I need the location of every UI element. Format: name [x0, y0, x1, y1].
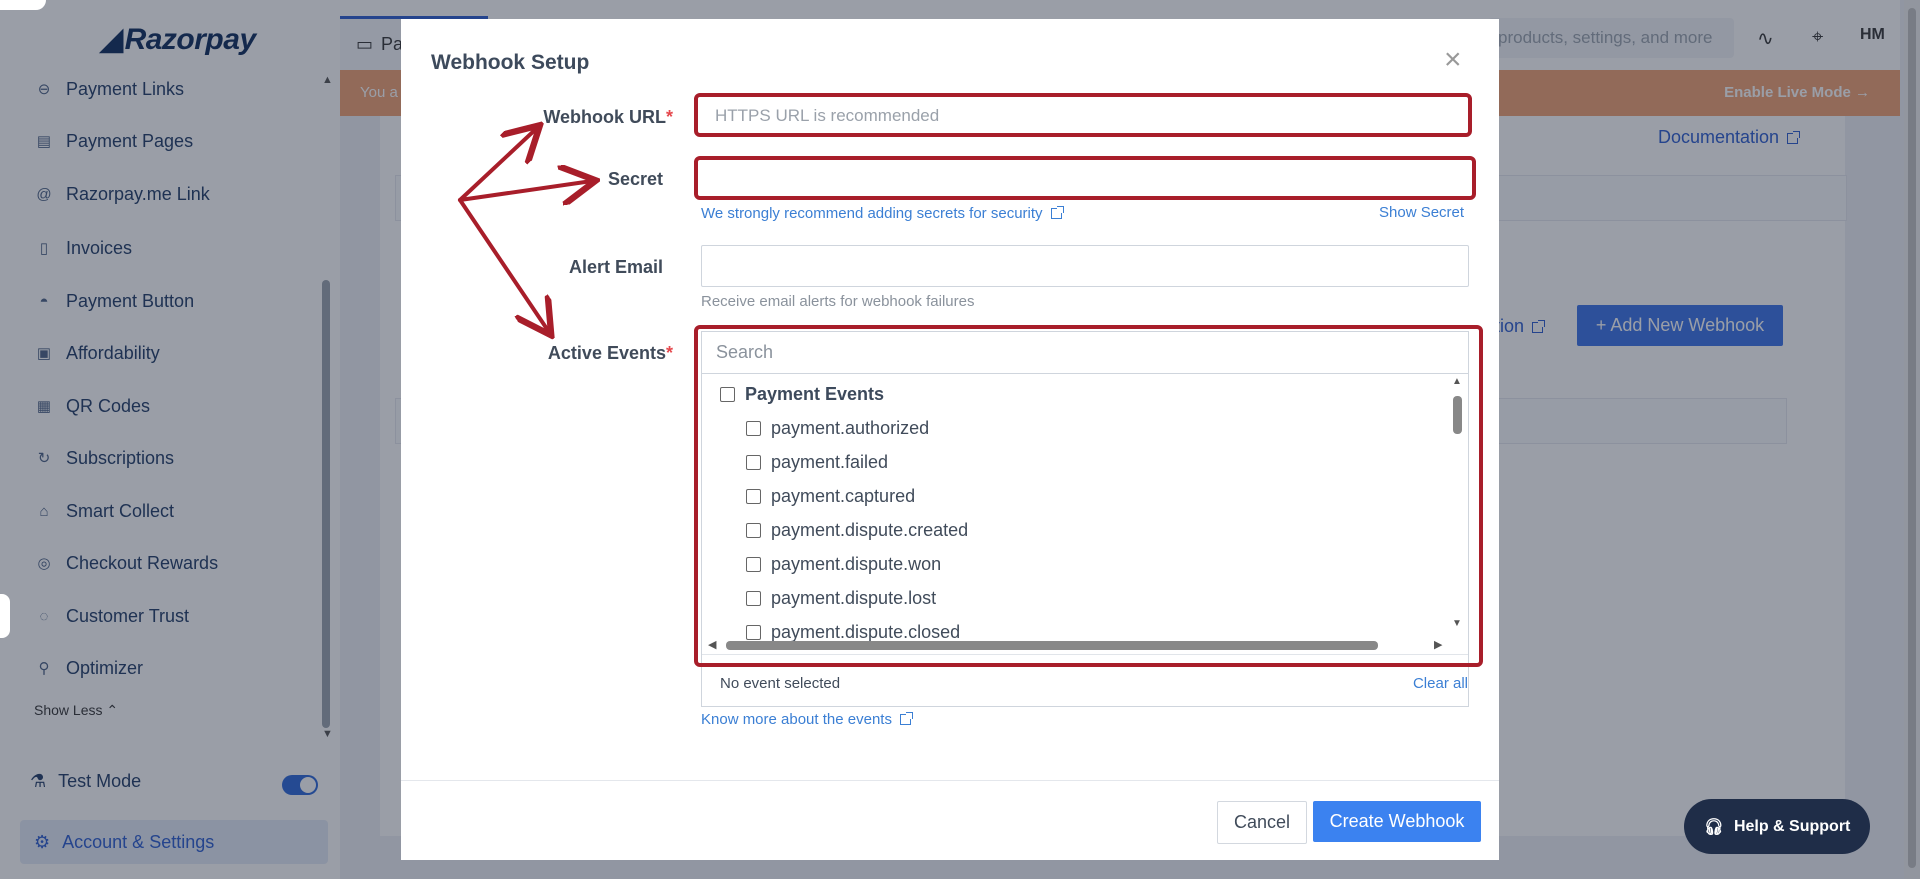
annotation-arrows — [458, 0, 1920, 879]
arrow-to-active-events — [458, 198, 549, 332]
